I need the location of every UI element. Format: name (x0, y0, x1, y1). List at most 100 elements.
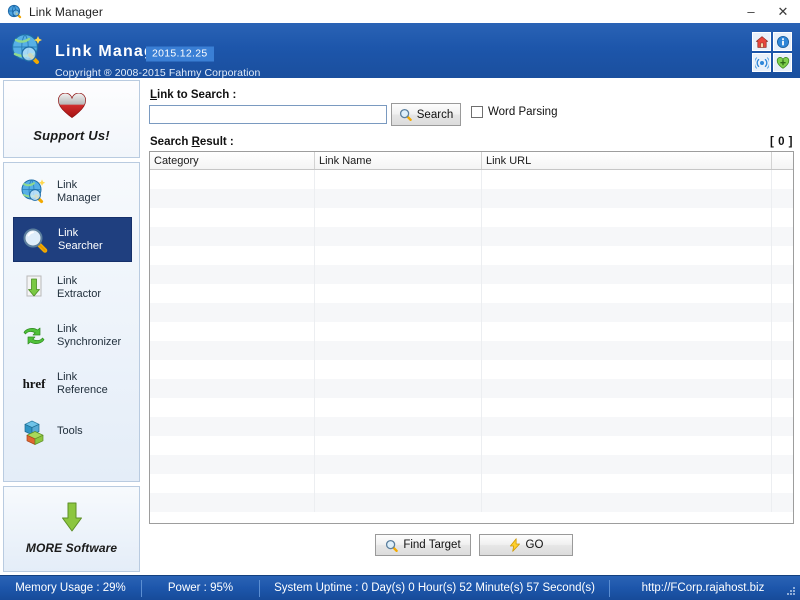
table-cell (772, 455, 793, 474)
status-system-uptime: System Uptime : 0 Day(s) 0 Hour(s) 52 Mi… (260, 579, 610, 597)
table-row[interactable] (150, 284, 793, 303)
table-cell (150, 493, 315, 512)
table-cell (482, 284, 772, 303)
table-cell (150, 303, 315, 322)
nav-panel: Link Manager Link Searcher Link Extracto… (3, 162, 140, 482)
minimize-button[interactable]: – (736, 0, 766, 23)
heart-icon (57, 93, 87, 119)
find-target-button[interactable]: Find Target (375, 534, 471, 556)
donate-heart-icon[interactable] (773, 53, 792, 72)
table-row[interactable] (150, 493, 793, 512)
search-input[interactable] (149, 105, 387, 124)
table-row[interactable] (150, 303, 793, 322)
table-cell (482, 170, 772, 189)
listview-column-header[interactable] (772, 152, 793, 169)
table-cell (772, 341, 793, 360)
table-row[interactable] (150, 436, 793, 455)
table-row[interactable] (150, 322, 793, 341)
table-cell (315, 227, 482, 246)
link-searcher-icon (18, 223, 52, 257)
table-row[interactable] (150, 265, 793, 284)
href-icon: href (22, 375, 46, 391)
table-cell (772, 493, 793, 512)
sidebar-item-link-extractor[interactable]: Link Extractor (13, 265, 132, 310)
sidebar-item-label: Link Synchronizer (57, 322, 122, 348)
status-website-link[interactable]: http://FCorp.rajahost.biz (610, 580, 796, 597)
table-cell (315, 284, 482, 303)
search-result-label: Search Result : (150, 136, 234, 148)
status-memory-usage: Memory Usage : 29% (0, 579, 142, 597)
broadcast-icon[interactable] (752, 53, 771, 72)
table-cell (482, 493, 772, 512)
sidebar-item-label: Tools (57, 425, 83, 437)
more-software-label: MORE Software (25, 541, 118, 555)
checkbox-box[interactable] (471, 106, 483, 118)
table-cell (482, 322, 772, 341)
table-cell (315, 493, 482, 512)
table-cell (150, 379, 315, 398)
listview-column-header[interactable]: Link Name (315, 152, 482, 169)
sidebar-item-tools[interactable]: Tools (13, 409, 132, 454)
sidebar-item-label: Link Manager (57, 178, 101, 204)
listview-column-header[interactable]: Link URL (482, 152, 772, 169)
table-cell (772, 246, 793, 265)
table-row[interactable] (150, 227, 793, 246)
table-cell (315, 208, 482, 227)
lightning-icon (509, 538, 521, 552)
banner-icon-group (752, 32, 792, 72)
search-button-label: Search (416, 108, 454, 121)
result-count-badge: [ 0 ] (770, 136, 793, 148)
table-row[interactable] (150, 417, 793, 436)
table-cell (772, 170, 793, 189)
main-content: Link to Search : Search Word Parsing Sea… (143, 78, 800, 575)
table-cell (772, 379, 793, 398)
resize-grip-icon[interactable] (785, 585, 797, 597)
sidebar-item-link-manager[interactable]: Link Manager (13, 169, 132, 214)
table-cell (150, 208, 315, 227)
sidebar-item-link-synchronizer[interactable]: Link Synchronizer (13, 313, 132, 358)
table-cell (482, 189, 772, 208)
table-row[interactable] (150, 474, 793, 493)
go-button[interactable]: GO (479, 534, 573, 556)
link-extractor-icon (17, 271, 51, 305)
title-bar: Link Manager – ✕ (0, 0, 800, 24)
listview-column-header[interactable]: Category (150, 152, 315, 169)
word-parsing-label: Word Parsing (488, 106, 558, 118)
table-row[interactable] (150, 379, 793, 398)
table-cell (150, 436, 315, 455)
find-target-label: Find Target (403, 539, 461, 551)
info-icon[interactable] (773, 32, 792, 51)
sidebar-item-link-reference[interactable]: href Link Reference (13, 361, 132, 406)
table-cell (315, 417, 482, 436)
table-row[interactable] (150, 360, 793, 379)
table-row[interactable] (150, 341, 793, 360)
home-icon[interactable] (752, 32, 771, 51)
sidebar-item-link-searcher[interactable]: Link Searcher (13, 217, 132, 262)
table-cell (772, 265, 793, 284)
version-badge: 2015.12.25 (146, 46, 214, 62)
magnifier-icon (385, 539, 399, 552)
table-row[interactable] (150, 208, 793, 227)
more-software-panel[interactable]: MORE Software (3, 486, 140, 572)
sidebar-item-label: Link Extractor (57, 274, 102, 300)
listview-body[interactable] (150, 170, 793, 512)
table-cell (482, 455, 772, 474)
table-row[interactable] (150, 246, 793, 265)
listview-header: Category Link Name Link URL (150, 152, 793, 170)
sidebar-item-label: Link Searcher (58, 226, 103, 252)
search-results-listview[interactable]: Category Link Name Link URL (149, 151, 794, 524)
table-row[interactable] (150, 189, 793, 208)
support-panel[interactable]: Support Us! (3, 80, 140, 158)
table-row[interactable] (150, 455, 793, 474)
table-cell (150, 398, 315, 417)
word-parsing-checkbox[interactable]: Word Parsing (471, 106, 557, 118)
sidebar: Support Us! Link Manager Link Searcher L… (0, 78, 143, 575)
close-button[interactable]: ✕ (766, 0, 800, 23)
table-cell (315, 379, 482, 398)
table-row[interactable] (150, 398, 793, 417)
table-cell (150, 455, 315, 474)
search-button[interactable]: Search (391, 103, 461, 126)
table-row[interactable] (150, 170, 793, 189)
table-cell (772, 227, 793, 246)
table-cell (482, 227, 772, 246)
